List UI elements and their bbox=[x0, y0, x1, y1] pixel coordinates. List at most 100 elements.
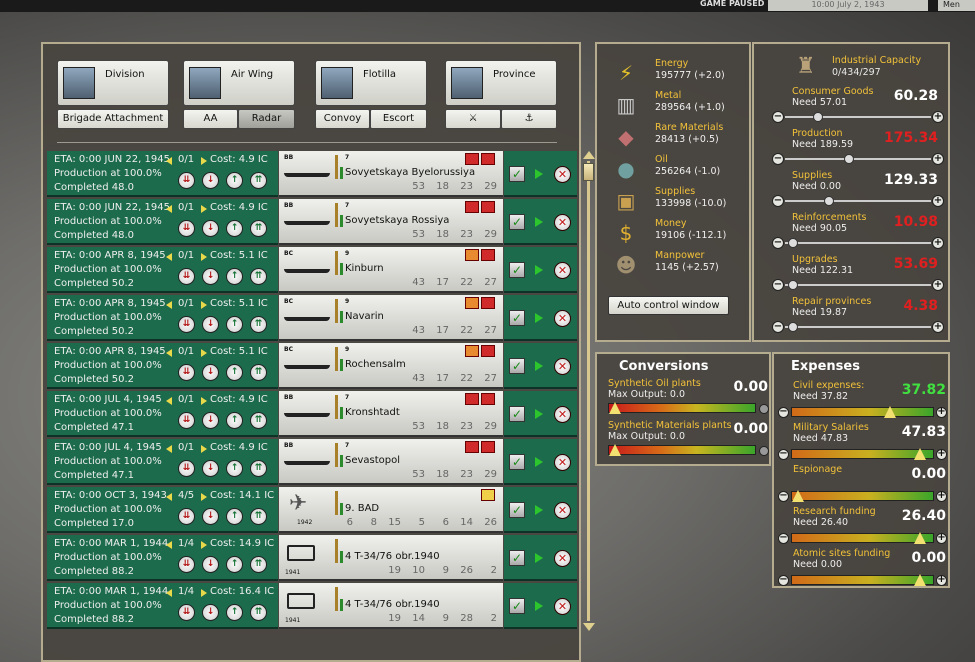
priority-bottom-icon[interactable]: ⇊ bbox=[178, 604, 195, 621]
decrease-qty-icon[interactable] bbox=[166, 589, 172, 597]
priority-down-icon[interactable]: ↓ bbox=[202, 172, 219, 189]
expense-bar[interactable] bbox=[791, 448, 934, 460]
decrease-icon[interactable]: − bbox=[772, 195, 784, 207]
confirm-icon[interactable]: ✓ bbox=[509, 166, 525, 182]
priority-up-icon[interactable]: ↑ bbox=[226, 172, 243, 189]
cancel-icon[interactable]: ✕ bbox=[554, 502, 571, 519]
priority-up-icon[interactable]: ↑ bbox=[226, 364, 243, 381]
cancel-icon[interactable]: ✕ bbox=[554, 598, 571, 615]
brigade-attachment-button[interactable]: Brigade Attachment bbox=[57, 109, 169, 129]
start-icon[interactable] bbox=[535, 457, 543, 467]
priority-bottom-icon[interactable]: ⇊ bbox=[178, 412, 195, 429]
start-icon[interactable] bbox=[535, 313, 543, 323]
decrease-icon[interactable]: − bbox=[772, 153, 784, 165]
air-wing-button[interactable]: Air Wing bbox=[183, 60, 295, 106]
priority-down-icon[interactable]: ↓ bbox=[202, 556, 219, 573]
increase-icon[interactable]: + bbox=[932, 237, 944, 249]
menu-button[interactable]: Men bbox=[938, 0, 975, 11]
slider-knob[interactable] bbox=[813, 112, 823, 122]
increase-qty-icon[interactable] bbox=[201, 589, 207, 597]
slider-track[interactable] bbox=[785, 242, 931, 244]
priority-up-icon[interactable]: ↑ bbox=[226, 268, 243, 285]
slider-knob[interactable] bbox=[824, 196, 835, 206]
cancel-icon[interactable]: ✕ bbox=[554, 454, 571, 471]
priority-up-icon[interactable]: ↑ bbox=[226, 460, 243, 477]
slider-track[interactable] bbox=[785, 326, 931, 328]
bar-marker-icon[interactable] bbox=[609, 444, 621, 456]
increase-icon[interactable]: + bbox=[932, 153, 944, 165]
priority-down-icon[interactable]: ↓ bbox=[202, 460, 219, 477]
start-icon[interactable] bbox=[535, 361, 543, 371]
confirm-icon[interactable]: ✓ bbox=[509, 502, 525, 518]
priority-bottom-icon[interactable]: ⇊ bbox=[178, 172, 195, 189]
cancel-icon[interactable]: ✕ bbox=[554, 214, 571, 231]
increase-icon[interactable]: + bbox=[932, 195, 944, 207]
priority-bottom-icon[interactable]: ⇊ bbox=[178, 508, 195, 525]
decrease-qty-icon[interactable] bbox=[166, 157, 172, 165]
auto-control-button[interactable]: Auto control window bbox=[608, 296, 729, 315]
priority-down-icon[interactable]: ↓ bbox=[202, 604, 219, 621]
division-button[interactable]: Division bbox=[57, 60, 169, 106]
decrease-qty-icon[interactable] bbox=[166, 253, 172, 261]
priority-bottom-icon[interactable]: ⇊ bbox=[178, 460, 195, 477]
priority-top-icon[interactable]: ⇈ bbox=[250, 268, 267, 285]
priority-down-icon[interactable]: ↓ bbox=[202, 220, 219, 237]
increase-icon[interactable]: + bbox=[936, 575, 947, 586]
radar-button[interactable]: Radar bbox=[238, 109, 295, 129]
decrease-icon[interactable]: − bbox=[778, 575, 789, 586]
fort-button[interactable]: ⚔ bbox=[445, 109, 501, 129]
priority-down-icon[interactable]: ↓ bbox=[202, 412, 219, 429]
decrease-qty-icon[interactable] bbox=[166, 205, 172, 213]
decrease-icon[interactable]: − bbox=[778, 449, 789, 460]
decrease-icon[interactable]: − bbox=[772, 279, 784, 291]
cancel-icon[interactable]: ✕ bbox=[554, 310, 571, 327]
game-date[interactable]: 10:00 July 2, 1943 bbox=[768, 0, 928, 11]
cancel-icon[interactable]: ✕ bbox=[554, 262, 571, 279]
start-icon[interactable] bbox=[535, 265, 543, 275]
scroll-down-icon[interactable] bbox=[583, 623, 595, 631]
decrease-qty-icon[interactable] bbox=[166, 541, 172, 549]
priority-bottom-icon[interactable]: ⇊ bbox=[178, 556, 195, 573]
priority-top-icon[interactable]: ⇈ bbox=[250, 460, 267, 477]
increase-qty-icon[interactable] bbox=[201, 493, 207, 501]
confirm-icon[interactable]: ✓ bbox=[509, 406, 525, 422]
increase-icon[interactable]: + bbox=[932, 111, 944, 123]
convoy-button[interactable]: Convoy bbox=[315, 109, 370, 129]
province-button[interactable]: Province bbox=[445, 60, 557, 106]
bar-marker-icon[interactable] bbox=[913, 574, 926, 586]
start-icon[interactable] bbox=[535, 169, 543, 179]
bar-marker-icon[interactable] bbox=[883, 406, 896, 418]
flotilla-button[interactable]: Flotilla bbox=[315, 60, 427, 106]
increase-icon[interactable]: + bbox=[936, 533, 947, 544]
scroll-thumb[interactable] bbox=[583, 163, 594, 181]
priority-up-icon[interactable]: ↑ bbox=[226, 556, 243, 573]
priority-up-icon[interactable]: ↑ bbox=[226, 220, 243, 237]
decrease-qty-icon[interactable] bbox=[166, 301, 172, 309]
decrease-qty-icon[interactable] bbox=[166, 397, 172, 405]
decrease-icon[interactable]: − bbox=[772, 237, 784, 249]
slider-track[interactable] bbox=[785, 116, 931, 118]
increase-qty-icon[interactable] bbox=[201, 253, 207, 261]
priority-top-icon[interactable]: ⇈ bbox=[250, 172, 267, 189]
conversion-bar[interactable] bbox=[608, 402, 756, 414]
confirm-icon[interactable]: ✓ bbox=[509, 598, 525, 614]
increase-icon[interactable]: + bbox=[932, 321, 944, 333]
priority-bottom-icon[interactable]: ⇊ bbox=[178, 364, 195, 381]
priority-up-icon[interactable]: ↑ bbox=[226, 316, 243, 333]
confirm-icon[interactable]: ✓ bbox=[509, 454, 525, 470]
slider-track[interactable] bbox=[785, 158, 931, 160]
expense-bar[interactable] bbox=[791, 532, 934, 544]
aa-button[interactable]: AA bbox=[183, 109, 238, 129]
increase-icon[interactable]: + bbox=[936, 407, 947, 418]
bar-marker-icon[interactable] bbox=[792, 490, 804, 502]
priority-down-icon[interactable]: ↓ bbox=[202, 508, 219, 525]
decrease-qty-icon[interactable] bbox=[166, 445, 172, 453]
increase-qty-icon[interactable] bbox=[201, 397, 207, 405]
priority-top-icon[interactable]: ⇈ bbox=[250, 508, 267, 525]
expense-bar[interactable] bbox=[791, 574, 934, 586]
increase-qty-icon[interactable] bbox=[201, 541, 207, 549]
cancel-icon[interactable]: ✕ bbox=[554, 406, 571, 423]
confirm-icon[interactable]: ✓ bbox=[509, 550, 525, 566]
increase-qty-icon[interactable] bbox=[201, 157, 207, 165]
priority-top-icon[interactable]: ⇈ bbox=[250, 412, 267, 429]
